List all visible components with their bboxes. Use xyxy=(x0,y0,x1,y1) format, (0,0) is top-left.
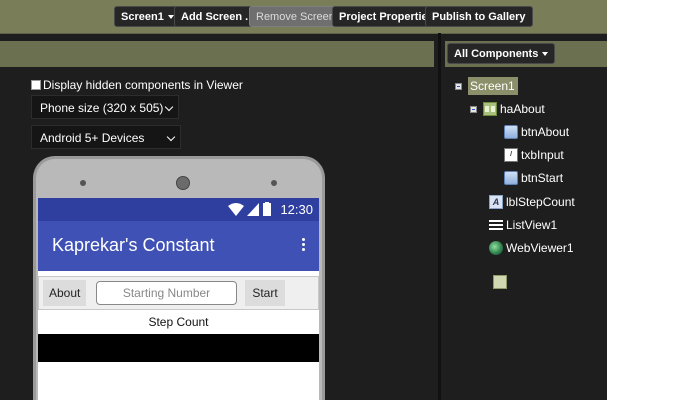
chevron-down-icon xyxy=(164,102,174,112)
horizontal-arrangement-icon xyxy=(483,102,497,116)
phone-camera-icon xyxy=(176,176,190,190)
battery-icon xyxy=(263,202,271,216)
app-title: Kaprekar's Constant xyxy=(52,235,215,255)
tree-item-label: txbInput xyxy=(521,148,564,162)
device-select[interactable]: Android 5+ Devices xyxy=(31,125,181,149)
app-title-bar: Kaprekar's Constant xyxy=(38,221,319,271)
button-icon xyxy=(504,125,518,139)
overflow-menu-icon[interactable] xyxy=(302,238,305,253)
caret-down-icon xyxy=(542,52,549,57)
txb-input[interactable]: Starting Number xyxy=(96,281,237,305)
panel-divider[interactable] xyxy=(438,33,441,400)
tree-item-label: btnAbout xyxy=(521,125,570,139)
tree-item-btnstart[interactable]: btnStart xyxy=(504,169,563,187)
screen-icon xyxy=(493,275,507,289)
tree-item-label: haAbout xyxy=(500,102,545,116)
tree-item-label: lblStepCount xyxy=(506,195,575,209)
publish-to-gallery-button[interactable]: Publish to Gallery xyxy=(425,6,533,27)
chevron-down-icon xyxy=(166,132,176,142)
label-icon: A xyxy=(489,195,503,209)
signal-icon xyxy=(247,203,259,216)
tree-item-screen1[interactable]: Screen1 xyxy=(455,77,518,289)
tree-item-btnabout[interactable]: btnAbout xyxy=(504,123,569,141)
status-time: 12:30 xyxy=(280,202,313,217)
tree-item-haabout[interactable]: haAbout xyxy=(470,100,545,118)
screen-select-label: Screen1 xyxy=(121,11,164,23)
collapse-toggle-icon[interactable] xyxy=(470,105,477,113)
phone-size-value: Phone size (320 x 505) xyxy=(40,101,164,115)
tree-item-txbinput[interactable]: I txbInput xyxy=(504,146,564,164)
lbl-step-count[interactable]: Step Count xyxy=(38,315,319,329)
collapse-toggle-icon[interactable] xyxy=(455,82,462,90)
phone-screen: 12:30 Kaprekar's Constant About Starting… xyxy=(38,198,319,400)
list-view[interactable] xyxy=(38,334,319,362)
phone-sensor-icon xyxy=(271,180,277,186)
app-inventor-designer: Screen1 Add Screen ... Remove Screen Pro… xyxy=(0,0,607,400)
tree-item-webviewer1[interactable]: WebViewer1 xyxy=(489,239,574,257)
btn-start[interactable]: Start xyxy=(245,280,285,306)
wifi-icon xyxy=(228,203,244,216)
components-header: All Components xyxy=(445,41,607,67)
display-hidden-row: Display hidden components in Viewer xyxy=(31,78,243,92)
all-components-dropdown[interactable]: All Components xyxy=(447,43,556,64)
btn-about[interactable]: About xyxy=(43,280,87,306)
tree-item-label: WebViewer1 xyxy=(506,241,574,255)
caret-down-icon xyxy=(167,15,174,20)
designer-toolbar: Screen1 Add Screen ... Remove Screen Pro… xyxy=(0,0,607,34)
tree-item-label: btnStart xyxy=(521,171,564,185)
screen-select-button[interactable]: Screen1 xyxy=(114,6,181,27)
android-status-bar: 12:30 xyxy=(38,198,319,221)
textbox-icon: I xyxy=(504,148,518,162)
all-components-label: All Components xyxy=(454,48,539,60)
tree-item-listview1[interactable]: ListView1 xyxy=(489,216,557,234)
display-hidden-checkbox[interactable] xyxy=(31,80,41,90)
viewer-header xyxy=(0,41,434,67)
remove-screen-button[interactable]: Remove Screen xyxy=(249,6,342,27)
display-hidden-label: Display hidden components in Viewer xyxy=(43,78,243,92)
tree-item-label: ListView1 xyxy=(506,218,558,232)
tree-item-screen1-selected: Screen1 xyxy=(468,77,518,289)
ha-about-arrangement[interactable]: About Starting Number Start xyxy=(38,276,319,310)
tree-item-label: Screen1 xyxy=(470,79,515,93)
tree-item-lblstepcount[interactable]: A lblStepCount xyxy=(489,193,575,211)
phone-size-select[interactable]: Phone size (320 x 505) xyxy=(31,95,179,119)
globe-icon xyxy=(489,241,503,255)
listview-icon xyxy=(489,218,503,232)
button-icon xyxy=(504,171,518,185)
device-value: Android 5+ Devices xyxy=(40,131,145,145)
phone-sensor-icon xyxy=(80,180,86,186)
